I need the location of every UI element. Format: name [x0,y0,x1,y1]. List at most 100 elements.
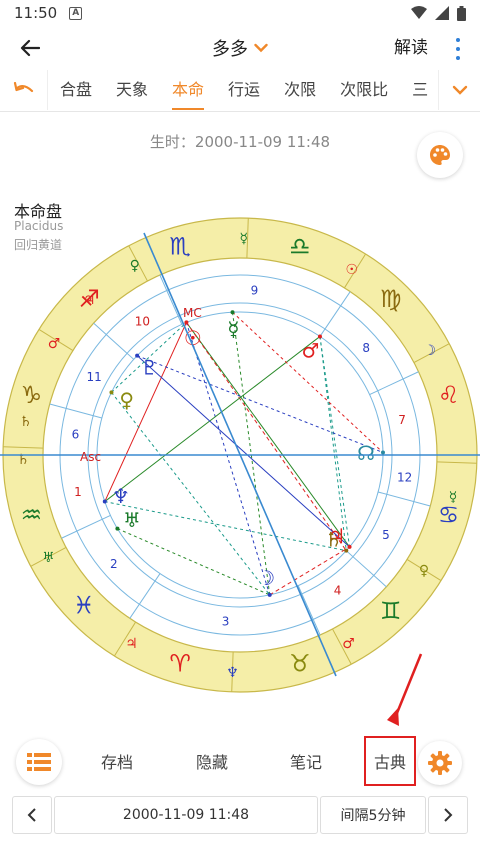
planet-glyph: ♄ [325,527,343,551]
planet-glyph: ☿ [227,317,239,341]
planet-glyph: ♅ [123,508,141,532]
interpret-button[interactable]: 解读 [394,26,428,70]
undo-button[interactable] [0,70,48,110]
status-time: 11:50 [14,4,58,22]
arrow-left-icon [20,39,40,57]
chart-type-tabs: 合盘 天象 本命 行运 次限 次限比三 [0,70,480,112]
sign-glyph: ♎ [289,232,311,260]
wifi-icon [411,6,427,19]
tab-5[interactable]: 次限比 [328,70,400,110]
battery-icon [457,5,466,21]
tab-3[interactable]: 行运 [216,70,272,110]
ruler-glyph: ☿ [239,231,248,247]
palette-button[interactable] [417,132,463,178]
signal-icon [435,6,449,20]
house-number: 11 [86,370,101,384]
app-bar: 多多 解读 [0,26,480,70]
house-number: 6 [72,427,80,441]
house-number: 2 [110,557,118,571]
notes-button[interactable]: 笔记 [271,735,341,791]
planet-marker [102,499,107,504]
tab-0[interactable]: 合盘 [48,70,104,110]
list-icon [27,753,51,771]
notification-icon: A [69,6,83,20]
chevron-down-icon[interactable] [254,43,268,53]
archive-button[interactable]: 存档 [82,735,152,791]
tab-1[interactable]: 天象 [104,70,160,110]
tabs-expand-button[interactable] [438,70,480,110]
birth-time: 生时：2000-11-09 11:48 [149,133,331,151]
house-number: 8 [362,341,370,355]
more-menu-icon[interactable] [450,38,466,60]
settings-button[interactable] [418,741,462,785]
palette-icon [430,145,450,165]
house-number: 9 [251,284,259,298]
ruler-glyph: ♅ [42,550,55,566]
house-number: 7 [398,413,406,427]
sign-glyph: ♏ [169,232,191,260]
sign-glyph: ♍ [380,285,402,313]
planet-glyph: ♂ [301,339,319,363]
sign-glyph: ♒ [21,501,43,529]
sign-glyph: ♌ [438,381,460,409]
chevron-right-icon [444,808,453,822]
next-time-button[interactable] [428,796,468,834]
planet-glyph: ☊ [357,441,375,465]
list-menu-button[interactable] [16,739,62,785]
ruler-glyph: ♀ [130,258,140,274]
planet-marker [317,334,322,339]
sign-glyph: ♑ [21,381,43,409]
planet-marker [267,592,272,597]
interval-selector[interactable]: 间隔5分钟 [320,796,426,834]
planet-marker [109,390,114,395]
tab-6[interactable]: 三 [400,70,440,110]
planet-glyph: ♆ [112,484,130,508]
datetime-field[interactable]: 2000-11-09 11:48 [54,796,318,834]
sign-glyph: ♉ [289,650,311,678]
house-number: 4 [334,583,342,597]
ruler-glyph: ♀ [419,563,429,579]
planet-marker [347,544,352,549]
classic-button[interactable]: 古典 [355,735,425,791]
house-number: 1 [74,485,82,499]
time-navigation: 2000-11-09 11:48 间隔5分钟 [0,796,480,836]
ruler-glyph: ♃ [125,636,138,652]
ruler-glyph: ♂ [342,636,355,652]
hide-button[interactable]: 隐藏 [177,735,247,791]
pointer-arrow [387,653,423,726]
planet-glyph: ♇ [140,355,158,379]
chevron-left-icon [27,808,36,822]
natal-chart-wheel[interactable]: ♒♓♈ ♉♊♋♌♍♎♏♐♑ ♄♅♃♆♂♀☿☽☉☿♀♂♃♄ 123456789101… [0,210,480,700]
sign-glyph: ♈ [169,650,191,678]
prev-time-button[interactable] [12,796,52,834]
asc-label: Asc [80,450,101,464]
ruler-glyph: ♄ [17,452,30,468]
planet-marker [115,526,120,531]
house-number: 12 [397,471,412,485]
tab-2[interactable]: 本命 [160,70,216,110]
house-number: 10 [135,315,150,329]
back-button[interactable] [0,26,60,70]
profile-title[interactable]: 多多 [212,35,248,61]
ruler-glyph: ♄ [19,414,32,430]
ruler-glyph: ♆ [226,665,239,681]
planet-marker [230,310,235,315]
planet-marker [184,320,189,325]
planet-glyph: ☽ [257,566,275,590]
undo-icon [13,82,33,93]
sign-glyph: ♊ [380,597,402,625]
house-number: 5 [382,528,390,542]
ruler-glyph: ♂ [48,336,61,352]
bottom-toolbar: 存档 隐藏 笔记 古典 [0,735,480,791]
planet-glyph: ♀ [119,388,134,412]
mc-label: MC [183,306,202,320]
tab-4[interactable]: 次限 [272,70,328,110]
planet-marker [380,450,385,455]
sign-glyph: ♓ [73,592,95,620]
house-number: 3 [222,614,230,628]
ruler-glyph: ☿ [449,489,458,505]
ruler-glyph: ♃ [83,292,96,308]
gear-icon [428,751,452,775]
ruler-glyph: ☽ [424,343,437,359]
status-bar: 11:50 A [0,0,480,26]
